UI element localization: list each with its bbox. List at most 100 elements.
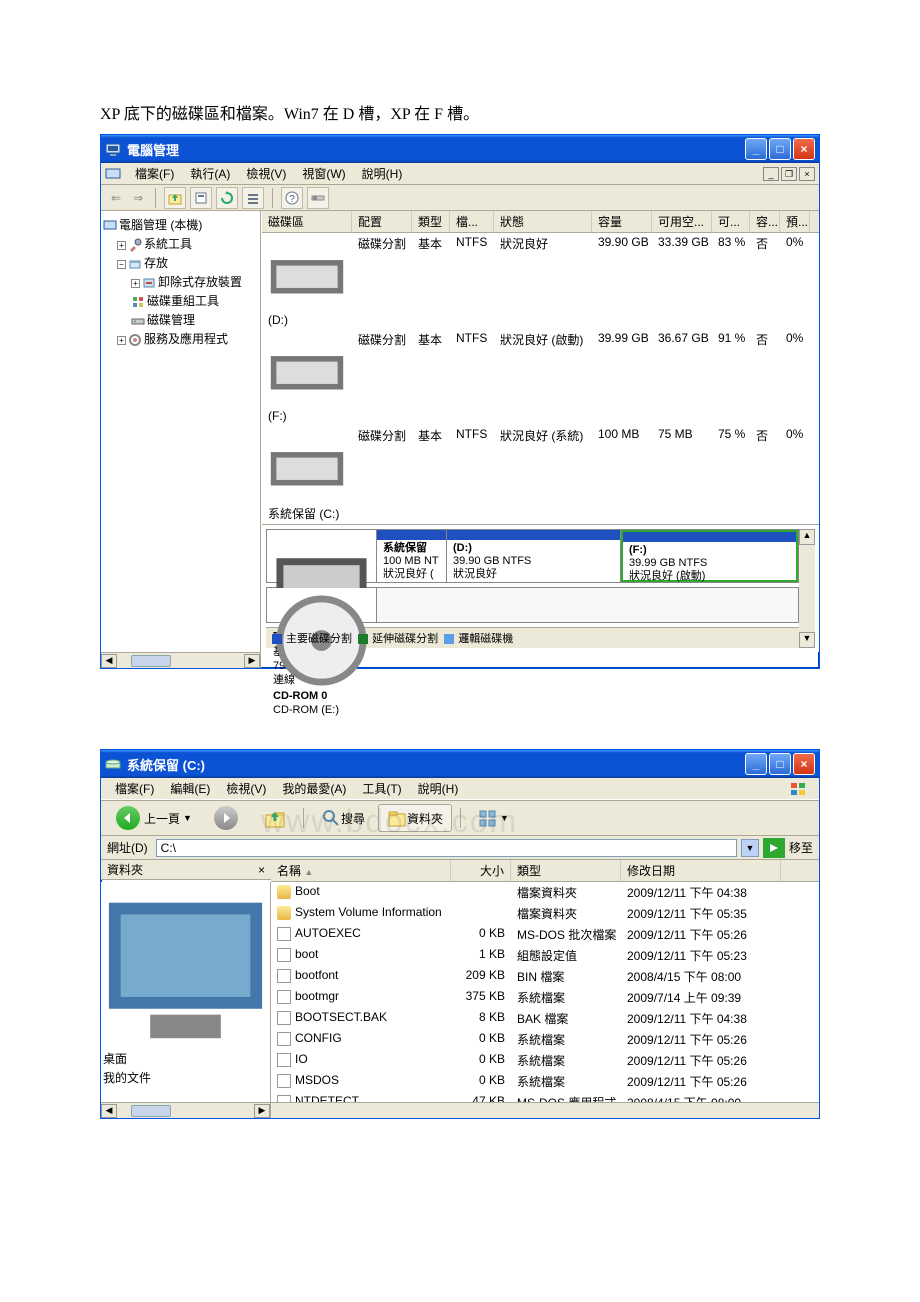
col-size[interactable]: 大小 bbox=[451, 860, 511, 881]
expander-icon[interactable]: + bbox=[117, 336, 126, 345]
col-date[interactable]: 修改日期 bbox=[621, 860, 781, 881]
nav-forward-icon[interactable]: ⇒ bbox=[129, 191, 147, 205]
file-list-header[interactable]: 名稱 ▲ 大小 類型 修改日期 bbox=[271, 860, 819, 882]
col-capacity[interactable]: 容量 bbox=[592, 211, 652, 232]
menu-file[interactable]: 檔案(F) bbox=[107, 778, 162, 799]
col-type[interactable]: 類型 bbox=[412, 211, 450, 232]
tree-systools[interactable]: 系統工具 bbox=[144, 237, 192, 251]
tree-diskmgmt[interactable]: 磁碟管理 bbox=[147, 313, 195, 327]
file-row[interactable]: NTDETECT47 KBMS-DOS 應用程式2008/4/15 下午 08:… bbox=[271, 1092, 819, 1102]
address-dropdown-icon[interactable]: ▼ bbox=[741, 839, 759, 857]
disk-0-header[interactable]: 磁碟 0 基本 79.99 GB 連線 bbox=[267, 530, 377, 582]
views-button[interactable]: ▼ bbox=[469, 804, 518, 832]
volume-row[interactable]: 系統保留 (C:)磁碟分割基本NTFS狀況良好 (系統)100 MB75 MB7… bbox=[262, 425, 819, 524]
menu-tools[interactable]: 工具(T) bbox=[354, 778, 409, 799]
tree-desktop[interactable]: 桌面 bbox=[103, 1052, 127, 1066]
mgmt-sysmenu-icon[interactable] bbox=[105, 166, 121, 182]
file-row[interactable]: IO0 KB系統檔案2009/12/11 下午 05:26 bbox=[271, 1050, 819, 1071]
file-row[interactable]: bootfont209 KBBIN 檔案2008/4/15 下午 08:00 bbox=[271, 966, 819, 987]
search-button[interactable]: 搜尋 bbox=[312, 804, 374, 832]
mdi-restore-button[interactable]: ❐ bbox=[781, 167, 797, 181]
col-filesystem[interactable]: 檔... bbox=[450, 211, 494, 232]
back-button[interactable]: 上一頁 ▼ bbox=[107, 804, 201, 832]
file-list-pane[interactable]: Boot檔案資料夾2009/12/11 下午 04:38System Volum… bbox=[271, 882, 819, 1102]
volume-row[interactable]: (F:)磁碟分割基本NTFS狀況良好 (啟動)39.99 GB36.67 GB9… bbox=[262, 329, 819, 425]
refresh-icon[interactable] bbox=[216, 187, 238, 209]
menu-view[interactable]: 檢視(V) bbox=[218, 778, 274, 799]
scroll-right-icon[interactable]: ▶ bbox=[244, 654, 260, 668]
mgmt-tree[interactable]: 電腦管理 (本機) +系統工具 −存放 +卸除式存放裝置 磁碟重組工具 磁碟管理… bbox=[101, 211, 261, 652]
partition-f-active[interactable]: (F:) 39.99 GB NTFS 狀況良好 (啟動) bbox=[621, 530, 798, 582]
col-layout[interactable]: 配置 bbox=[352, 211, 412, 232]
file-row[interactable]: MSDOS0 KB系統檔案2009/12/11 下午 05:26 bbox=[271, 1071, 819, 1092]
properties-icon[interactable] bbox=[190, 187, 212, 209]
tree-services[interactable]: 服務及應用程式 bbox=[144, 332, 228, 346]
col-faulttol[interactable]: 容... bbox=[750, 211, 780, 232]
menu-window[interactable]: 視窗(W) bbox=[294, 163, 353, 184]
expander-icon[interactable]: − bbox=[117, 260, 126, 269]
tree-storage[interactable]: 存放 bbox=[144, 256, 168, 270]
settings-icon[interactable] bbox=[307, 187, 329, 209]
mgmt-titlebar[interactable]: 電腦管理 _ □ × bbox=[101, 135, 819, 163]
maximize-button[interactable]: □ bbox=[769, 138, 791, 160]
menu-help[interactable]: 說明(H) bbox=[410, 778, 467, 799]
file-row[interactable]: bootmgr375 KB系統檔案2009/7/14 上午 09:39 bbox=[271, 987, 819, 1008]
folders-button[interactable]: 資料夾 bbox=[378, 804, 452, 832]
col-volume[interactable]: 磁碟區 bbox=[262, 211, 352, 232]
folder-tree-scrollbar[interactable]: ◀ ▶ bbox=[101, 1102, 271, 1118]
col-freespace[interactable]: 可用空... bbox=[652, 211, 712, 232]
tree-root[interactable]: 電腦管理 (本機) bbox=[119, 218, 202, 232]
close-button[interactable]: × bbox=[793, 138, 815, 160]
file-row[interactable]: boot1 KB組態設定值2009/12/11 下午 05:23 bbox=[271, 945, 819, 966]
scroll-left-icon[interactable]: ◀ bbox=[101, 654, 117, 668]
file-row[interactable]: Boot檔案資料夾2009/12/11 下午 04:38 bbox=[271, 882, 819, 903]
file-row[interactable]: CONFIG0 KB系統檔案2009/12/11 下午 05:26 bbox=[271, 1029, 819, 1050]
minimize-button[interactable]: _ bbox=[745, 753, 767, 775]
col-overhead[interactable]: 預... bbox=[780, 211, 810, 232]
file-row[interactable]: System Volume Information檔案資料夾2009/12/11… bbox=[271, 903, 819, 924]
scroll-thumb[interactable] bbox=[131, 1105, 171, 1117]
tree-horizontal-scrollbar[interactable]: ◀ ▶ bbox=[101, 652, 261, 668]
explorer-titlebar[interactable]: 系統保留 (C:) _ □ × bbox=[101, 750, 819, 778]
partition-d[interactable]: (D:) 39.90 GB NTFS 狀況良好 bbox=[447, 530, 621, 582]
disk-0-row[interactable]: 磁碟 0 基本 79.99 GB 連線 系統保留 100 MB NT bbox=[266, 529, 799, 583]
minimize-button[interactable]: _ bbox=[745, 138, 767, 160]
up-button[interactable] bbox=[255, 804, 295, 832]
mdi-minimize-button[interactable]: _ bbox=[763, 167, 779, 181]
volume-row[interactable]: (D:)磁碟分割基本NTFS狀況良好39.90 GB33.39 GB83 %否0… bbox=[262, 233, 819, 329]
file-row[interactable]: AUTOEXEC0 KBMS-DOS 批次檔案2009/12/11 下午 05:… bbox=[271, 924, 819, 945]
scroll-down-icon[interactable]: ▼ bbox=[799, 632, 815, 648]
close-folders-pane-icon[interactable]: × bbox=[258, 863, 265, 877]
menu-edit[interactable]: 編輯(E) bbox=[162, 778, 218, 799]
partition-system-reserved[interactable]: 系統保留 100 MB NT 狀況良好 ( bbox=[377, 530, 447, 582]
expander-icon[interactable]: + bbox=[131, 279, 140, 288]
col-type[interactable]: 類型 bbox=[511, 860, 621, 881]
file-row[interactable]: BOOTSECT.BAK8 KBBAK 檔案2009/12/11 下午 04:3… bbox=[271, 1008, 819, 1029]
scroll-right-icon[interactable]: ▶ bbox=[254, 1104, 270, 1118]
scroll-thumb[interactable] bbox=[131, 655, 171, 667]
menu-action[interactable]: 執行(A) bbox=[182, 163, 238, 184]
close-button[interactable]: × bbox=[793, 753, 815, 775]
nav-back-icon[interactable]: ⇐ bbox=[107, 191, 125, 205]
up-level-icon[interactable] bbox=[164, 187, 186, 209]
vertical-scrollbar[interactable]: ▲ ▼ bbox=[799, 529, 815, 648]
cdrom-header[interactable]: CD-ROM 0 CD-ROM (E:) bbox=[267, 588, 377, 622]
list-icon[interactable] bbox=[242, 187, 264, 209]
menu-file[interactable]: 檔案(F) bbox=[127, 163, 182, 184]
go-button[interactable] bbox=[763, 838, 785, 858]
help-icon[interactable]: ? bbox=[281, 187, 303, 209]
tree-defrag[interactable]: 磁碟重組工具 bbox=[147, 294, 219, 308]
col-percent[interactable]: 可... bbox=[712, 211, 750, 232]
expander-icon[interactable]: + bbox=[117, 241, 126, 250]
menu-favorites[interactable]: 我的最愛(A) bbox=[274, 778, 354, 799]
scroll-left-icon[interactable]: ◀ bbox=[101, 1104, 117, 1118]
tree-mydocs[interactable]: 我的文件 bbox=[103, 1071, 151, 1085]
col-name[interactable]: 名稱 ▲ bbox=[271, 860, 451, 881]
col-status[interactable]: 狀態 bbox=[494, 211, 592, 232]
forward-button[interactable] bbox=[205, 804, 251, 832]
folder-tree-pane[interactable]: 桌面 我的文件 我的電腦 +3.5 軟碟機 (A:) +系統保留 (C:) +本… bbox=[101, 882, 271, 1102]
maximize-button[interactable]: □ bbox=[769, 753, 791, 775]
address-input[interactable] bbox=[156, 839, 737, 857]
menu-help[interactable]: 說明(H) bbox=[354, 163, 411, 184]
scroll-up-icon[interactable]: ▲ bbox=[799, 529, 815, 545]
